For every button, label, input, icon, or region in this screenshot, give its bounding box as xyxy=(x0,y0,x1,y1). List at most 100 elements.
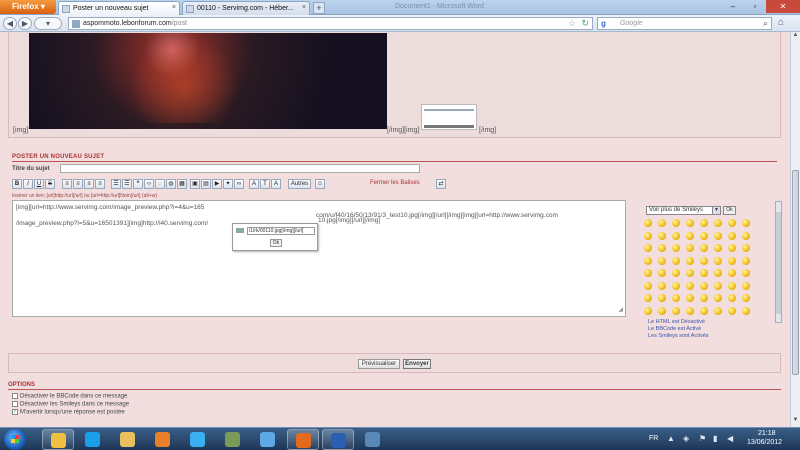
taskbar-button[interactable] xyxy=(182,429,214,450)
smiley-icon[interactable] xyxy=(658,306,666,315)
smiley-icon[interactable] xyxy=(672,269,680,277)
smiley-icon[interactable] xyxy=(658,281,666,290)
smiley-icon[interactable] xyxy=(686,294,694,302)
smiley-icon[interactable] xyxy=(658,294,666,302)
minimize-button[interactable]: – xyxy=(722,0,744,13)
image-icon[interactable]: ▣ xyxy=(190,179,200,189)
flag-icon[interactable]: ⚑ xyxy=(699,435,707,443)
taskbar-button[interactable] xyxy=(147,429,179,450)
underline-button[interactable]: U xyxy=(34,179,44,189)
hide-icon[interactable]: ◌ xyxy=(155,179,165,189)
code-icon[interactable]: ‹› xyxy=(144,179,154,189)
video-icon[interactable]: ▶ xyxy=(212,179,222,189)
smiley-icon[interactable] xyxy=(714,219,722,227)
color-icon[interactable]: A xyxy=(249,179,259,189)
smiley-icon[interactable] xyxy=(644,231,652,240)
smiley-icon[interactable] xyxy=(700,306,708,315)
smiley-icon[interactable] xyxy=(742,231,750,240)
smiley-icon[interactable] xyxy=(686,306,694,315)
smiley-icon[interactable] xyxy=(714,281,722,290)
smiley-icon[interactable] xyxy=(728,306,736,315)
language-indicator[interactable]: FR xyxy=(649,435,658,442)
smiley-icon[interactable] xyxy=(672,256,680,265)
bold-button[interactable]: B xyxy=(12,179,22,189)
smiley-icon[interactable] xyxy=(742,269,750,277)
bookmark-star-icon[interactable]: ☆ xyxy=(568,18,576,29)
tray-app-icon[interactable]: ◈ xyxy=(683,435,691,443)
smiley-icon[interactable] xyxy=(700,244,708,252)
align-right-icon[interactable]: ≡ xyxy=(84,179,94,189)
home-icon[interactable]: ⌂ xyxy=(778,17,784,28)
smiley-icon[interactable] xyxy=(714,256,722,265)
smiley-icon[interactable] xyxy=(658,231,666,240)
smiley-icon[interactable] xyxy=(714,231,722,240)
send-button[interactable]: Envoyer xyxy=(403,359,431,369)
scroll-down-icon[interactable]: ▼ xyxy=(791,417,800,427)
taskbar-button[interactable] xyxy=(112,429,144,450)
checkbox[interactable] xyxy=(12,401,18,407)
smiley-icon[interactable] xyxy=(728,281,736,290)
smiley-icon[interactable] xyxy=(728,269,736,277)
smiley-icon[interactable] xyxy=(714,294,722,302)
smiley-icon[interactable] xyxy=(644,269,652,277)
smiley-icon[interactable] xyxy=(728,244,736,252)
link-icon[interactable]: ∞ xyxy=(234,179,244,189)
smiley-icon[interactable] xyxy=(742,244,750,252)
history-button[interactable]: ▾ xyxy=(34,17,62,30)
smiley-icon[interactable] xyxy=(658,256,666,265)
smiley-icon[interactable] xyxy=(644,219,652,227)
table-icon[interactable]: ▦ xyxy=(177,179,187,189)
clock-date[interactable]: 13/06/2012 xyxy=(747,439,782,446)
back-button[interactable]: ◀ xyxy=(3,17,17,30)
smiley-scroll-thumb[interactable] xyxy=(776,212,781,314)
align-left-icon[interactable]: ≡ xyxy=(62,179,72,189)
taskbar-button[interactable] xyxy=(322,429,354,450)
option-disable-bbcode[interactable]: Désactiver le BBCode dans ce message xyxy=(12,393,127,400)
smiley-icon[interactable] xyxy=(742,294,750,302)
tab-servimg[interactable]: 00110 - Servimg.com - Héber... × xyxy=(182,1,310,15)
smiley-icon[interactable] xyxy=(686,231,694,240)
smiley-icon[interactable] xyxy=(742,256,750,265)
numbered-list-icon[interactable]: ☰ xyxy=(122,179,132,189)
volume-icon[interactable]: ◀ xyxy=(727,435,735,443)
justify-icon[interactable]: ≡ xyxy=(95,179,105,189)
resize-grip-icon[interactable]: ◢ xyxy=(618,306,623,314)
taskbar-button[interactable] xyxy=(252,429,284,450)
quote-icon[interactable]: ❝ xyxy=(133,179,143,189)
site-identity-icon[interactable] xyxy=(72,20,80,28)
smiley-icon[interactable] xyxy=(686,281,694,290)
option-notify-reply[interactable]: ✓ M'avertir lorsqu'une réponse est postée xyxy=(12,409,125,416)
tab-poster-sujet[interactable]: Poster un nouveau sujet × xyxy=(58,1,180,15)
smiley-icon[interactable] xyxy=(644,306,652,315)
smiley-icon[interactable] xyxy=(700,281,708,290)
search-icon[interactable]: ⌕ xyxy=(763,18,768,29)
bbcode-status[interactable]: Le BBCode est Activé xyxy=(648,326,701,332)
smiley-icon[interactable] xyxy=(686,269,694,277)
smiley-icon[interactable] xyxy=(700,294,708,302)
flash-icon[interactable]: ✦ xyxy=(223,179,233,189)
smiley-toggle-icon[interactable]: ☺ xyxy=(315,179,325,189)
others-button[interactable]: Autres xyxy=(288,179,311,189)
size-icon[interactable]: A xyxy=(271,179,281,189)
smiley-icon[interactable] xyxy=(714,269,722,277)
checkbox-checked[interactable]: ✓ xyxy=(12,409,18,415)
smiley-icon[interactable] xyxy=(644,281,652,290)
smiley-icon[interactable] xyxy=(686,244,694,252)
smiley-icon[interactable] xyxy=(714,244,722,252)
smiley-icon[interactable] xyxy=(644,256,652,265)
new-tab-button[interactable]: + xyxy=(313,2,325,14)
smiley-ok-button[interactable]: Ok xyxy=(723,206,736,215)
smiley-icon[interactable] xyxy=(728,231,736,240)
smileys-status[interactable]: Les Smileys sont Activés xyxy=(648,333,709,339)
smiley-icon[interactable] xyxy=(686,256,694,265)
image-url-field[interactable]: i1/rk/00110.jpg[/img][/url] xyxy=(247,227,315,235)
smiley-icon[interactable] xyxy=(658,244,666,252)
smiley-icon[interactable] xyxy=(644,244,652,252)
maximize-button[interactable]: ▫ xyxy=(744,0,766,13)
page-scrollbar[interactable]: ▲ ▼ xyxy=(790,32,800,427)
firefox-menu-button[interactable]: Firefox ▾ xyxy=(0,0,56,14)
forward-button[interactable]: ▶ xyxy=(18,17,32,30)
taskbar-button[interactable] xyxy=(217,429,249,450)
smiley-icon[interactable] xyxy=(700,231,708,240)
switch-editor-icon[interactable]: ⇄ xyxy=(436,179,446,189)
